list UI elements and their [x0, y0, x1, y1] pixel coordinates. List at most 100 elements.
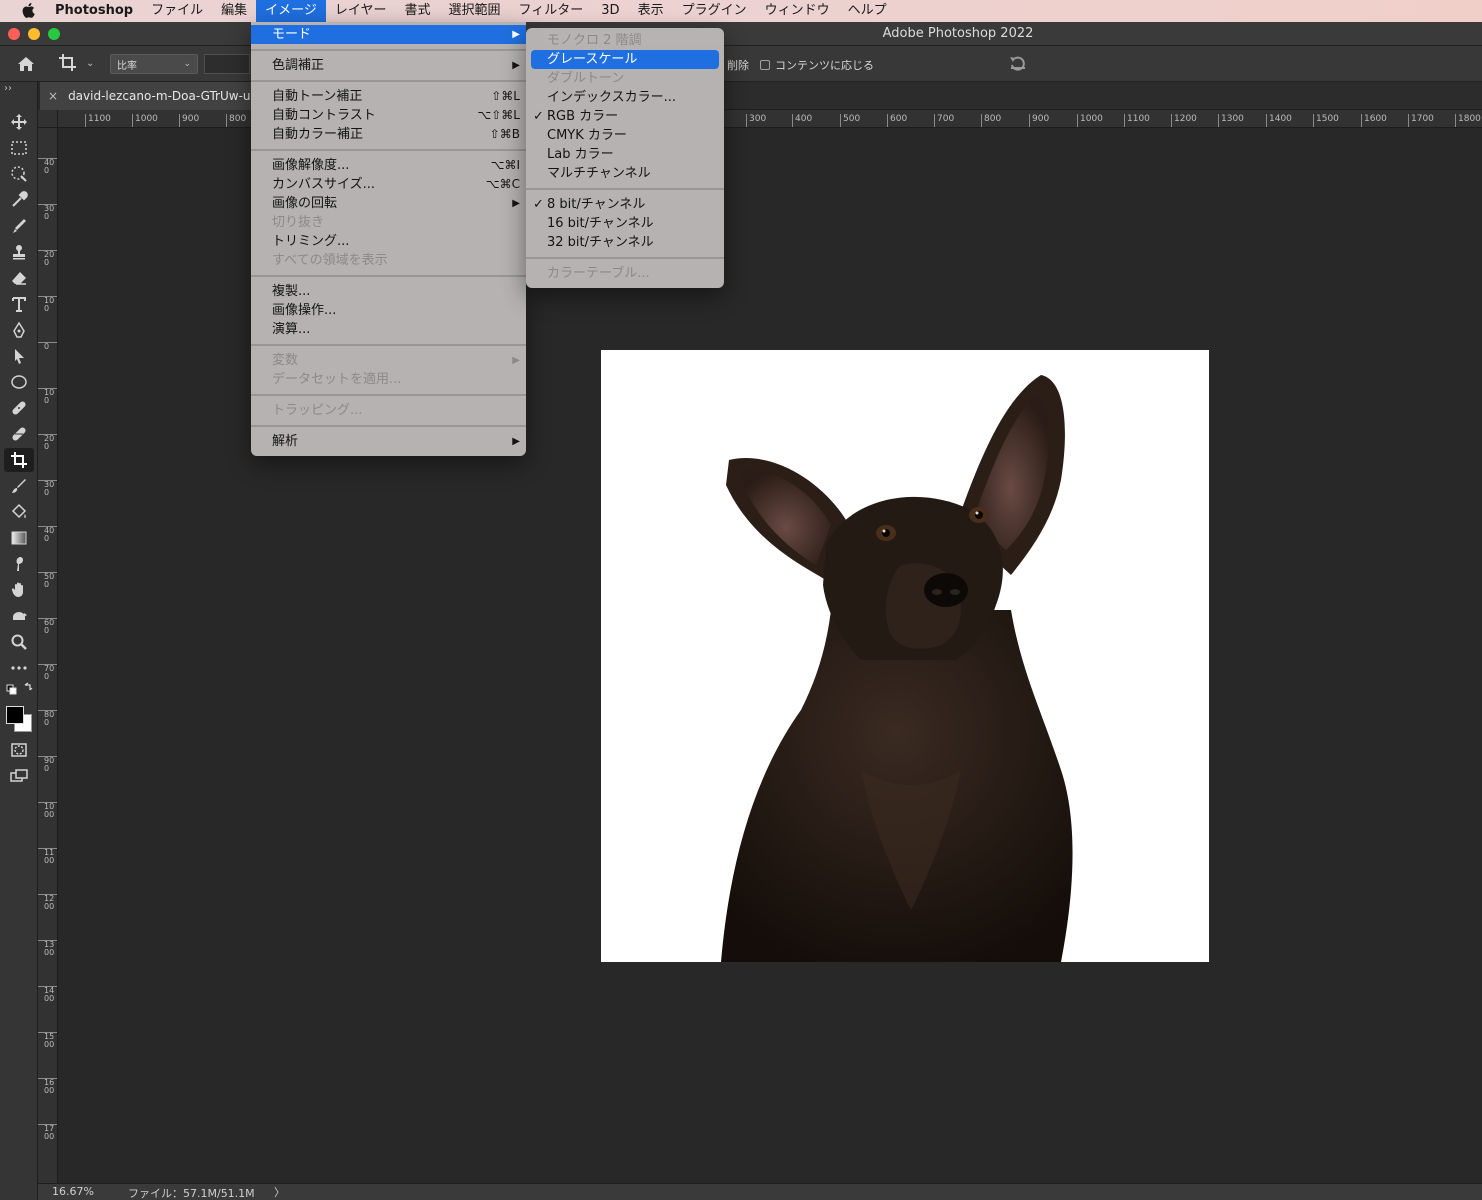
patch-tool-icon[interactable]: [0, 422, 38, 446]
zoom-tool-icon[interactable]: [0, 630, 38, 654]
rotate-view-tool-icon[interactable]: [0, 604, 38, 628]
eraser-tool-icon[interactable]: [0, 266, 38, 290]
reset-icon[interactable]: [1008, 54, 1028, 72]
smudge-tool-icon[interactable]: [0, 552, 38, 576]
mode-submenu-item[interactable]: インデックスカラー...: [531, 88, 719, 107]
image-menu-item[interactable]: トリミング...: [251, 232, 526, 251]
foreground-color-swatch[interactable]: [6, 706, 24, 724]
ratio-width-input[interactable]: [204, 54, 250, 74]
menu-separator: [526, 188, 724, 190]
window-zoom-button[interactable]: [48, 28, 60, 40]
mode-submenu-item[interactable]: グレースケール: [531, 50, 719, 69]
menubar-item-3[interactable]: レイヤー: [326, 0, 396, 22]
move-tool-icon[interactable]: [0, 110, 38, 134]
image-menu-item[interactable]: 画像操作...: [251, 301, 526, 320]
menubar-item-0[interactable]: ファイル: [142, 0, 212, 22]
toolbar-collapse-icon[interactable]: ››: [0, 82, 37, 100]
paint-bucket-tool-icon[interactable]: [0, 500, 38, 524]
image-menu-item[interactable]: モード ▶: [251, 25, 526, 44]
stamp-tool-icon[interactable]: [0, 240, 38, 264]
ruler-h-label: 1500: [1313, 114, 1339, 127]
zoom-level[interactable]: 16.67%: [52, 1185, 94, 1198]
mode-submenu-item[interactable]: マルチチャンネル: [531, 164, 719, 183]
ruler-v-label: 700: [38, 664, 57, 681]
mode-submenu-item[interactable]: Lab カラー: [531, 145, 719, 164]
menu-separator: [251, 49, 526, 51]
color-swatches[interactable]: [0, 702, 38, 736]
menubar-item-11[interactable]: ヘルプ: [839, 0, 896, 22]
image-menu-item[interactable]: 画像解像度... ⌥⌘I: [251, 156, 526, 175]
image-menu-item[interactable]: 演算...: [251, 320, 526, 339]
content-aware-checkbox-box[interactable]: [760, 60, 770, 70]
mode-submenu-item[interactable]: ✓ 8 bit/チャンネル: [531, 195, 719, 214]
window-minimize-button[interactable]: [28, 28, 40, 40]
submenu-arrow-icon: ▶: [512, 29, 520, 40]
object-selection-tool-icon[interactable]: [0, 162, 38, 186]
image-menu-item: すべての領域を表示: [251, 251, 526, 270]
image-menu-item[interactable]: 自動トーン補正 ⇧⌘L: [251, 87, 526, 106]
ruler-h-label: 1300: [1218, 114, 1244, 127]
hand-tool-icon[interactable]: [0, 578, 38, 602]
type-tool-icon[interactable]: [0, 292, 38, 316]
ellipse-tool-icon[interactable]: [0, 370, 38, 394]
smudge-brush-icon[interactable]: [0, 474, 38, 498]
healing-brush-tool-icon[interactable]: [0, 396, 38, 420]
menubar-item-4[interactable]: 書式: [396, 0, 440, 22]
content-aware-checkbox[interactable]: コンテンツに応じる: [760, 57, 874, 73]
menubar-item-2[interactable]: イメージ: [256, 0, 326, 22]
mode-submenu-item: モノクロ 2 階調: [531, 31, 719, 50]
mode-submenu-item[interactable]: ✓ RGB カラー: [531, 107, 719, 126]
ruler-v-label: 400: [38, 526, 57, 543]
crop-tool-preset-icon[interactable]: ⌄: [58, 53, 94, 73]
close-tab-icon[interactable]: ×: [48, 89, 58, 103]
image-menu-item[interactable]: 解析 ▶: [251, 432, 526, 451]
menubar-item-8[interactable]: 表示: [629, 0, 673, 22]
more-tools-icon[interactable]: [0, 656, 38, 680]
mode-submenu-item[interactable]: 32 bit/チャンネル: [531, 233, 719, 252]
window-close-button[interactable]: [8, 28, 20, 40]
image-menu-item[interactable]: 色調補正 ▶: [251, 56, 526, 75]
ratio-select[interactable]: 比率 ⌄: [110, 54, 198, 74]
mode-submenu-item[interactable]: CMYK カラー: [531, 126, 719, 145]
document-image-dog[interactable]: [601, 350, 1209, 962]
marquee-tool-icon[interactable]: [0, 136, 38, 160]
mode-submenu-item[interactable]: 16 bit/チャンネル: [531, 214, 719, 233]
document-tab[interactable]: × david-lezcano-m-Doa-GTrUw-u: [40, 82, 252, 110]
apple-icon[interactable]: [20, 2, 38, 20]
crop-tool-icon[interactable]: [4, 448, 34, 472]
image-menu-item[interactable]: 自動カラー補正 ⇧⌘B: [251, 125, 526, 144]
status-menu-arrow-icon[interactable]: 〉: [274, 1184, 285, 1200]
image-menu-item[interactable]: 複製...: [251, 282, 526, 301]
image-menu-item[interactable]: 画像の回転 ▶: [251, 194, 526, 213]
menubar-item-5[interactable]: 選択範囲: [440, 0, 510, 22]
pen-tool-icon[interactable]: [0, 318, 38, 342]
ruler-v-label: 300: [38, 204, 57, 221]
window-title: Adobe Photoshop 2022: [882, 26, 1034, 41]
delete-cropped-label[interactable]: 削除: [727, 57, 749, 73]
brush-tool-icon[interactable]: [0, 214, 38, 238]
menubar-item-7[interactable]: 3D: [592, 0, 628, 22]
gradient-tool-icon[interactable]: [0, 526, 38, 550]
default-colors-icon[interactable]: [0, 680, 38, 698]
home-icon[interactable]: [16, 55, 36, 73]
menubar-items: ファイル 編集 イメージ レイヤー 書式 選択範囲 フィルター 3D 表示 プラグイン ウィンドウヘ…: [142, 0, 896, 22]
menubar-item-10[interactable]: ウィンドウ: [756, 0, 839, 22]
quick-mask-icon[interactable]: [0, 738, 38, 762]
image-menu-item[interactable]: カンバスサイズ... ⌥⌘C: [251, 175, 526, 194]
mode-submenu-item-label: インデックスカラー...: [547, 90, 677, 105]
eyedropper-tool-icon[interactable]: [0, 188, 38, 212]
menubar-item-9[interactable]: プラグイン: [673, 0, 756, 22]
image-menu-item[interactable]: 自動コントラスト ⌥⇧⌘L: [251, 106, 526, 125]
vertical-ruler[interactable]: 400 300 200 100 0 100 200 300 400 500 600 700 800 900…: [38, 128, 58, 1183]
menubar-item-6[interactable]: フィルター: [510, 0, 593, 22]
menu-app-photoshop[interactable]: Photoshop: [48, 0, 142, 22]
path-selection-tool-icon[interactable]: [0, 344, 38, 368]
screen-mode-icon[interactable]: [0, 764, 38, 788]
ruler-h-label: 700: [934, 114, 954, 127]
menubar-item-1[interactable]: 編集: [212, 0, 256, 22]
image-menu-item-label: 色調補正: [272, 58, 325, 73]
ruler-h-label: 1600: [1361, 114, 1387, 127]
mode-submenu-item-label: 16 bit/チャンネル: [547, 216, 654, 231]
mode-submenu-item-label: カラーテーブル...: [547, 266, 650, 281]
ruler-h-label: 800: [226, 114, 246, 127]
